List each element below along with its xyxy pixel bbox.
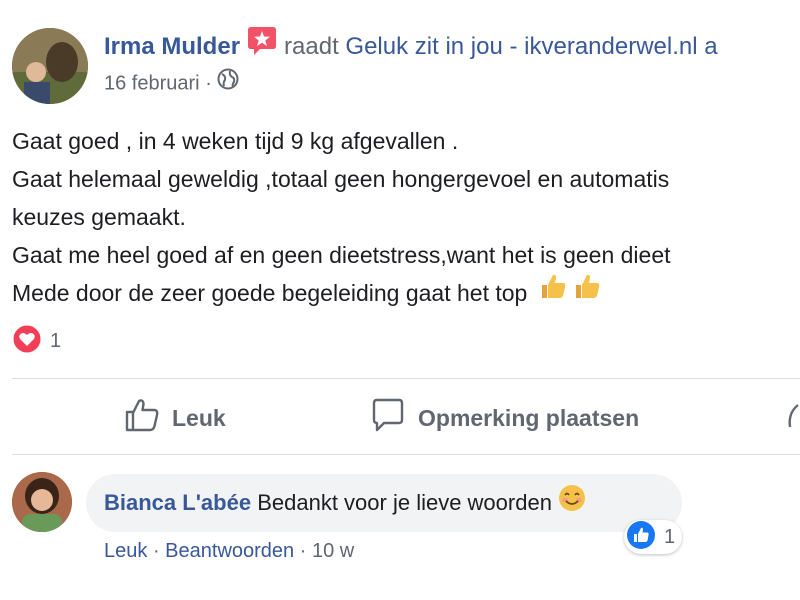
comment-content: Bianca L'abée Bedankt voor je lieve woor… (104, 485, 586, 518)
comment-text: Bedankt voor je lieve woorden (257, 490, 552, 515)
reactions-summary[interactable]: 1 (12, 324, 61, 358)
like-button[interactable]: Leuk (124, 396, 226, 440)
commenter-name[interactable]: Bianca L'abée (104, 490, 251, 515)
recommended-page-link[interactable]: Geluk zit in jou - ikveranderwel.nl a (345, 33, 717, 60)
recommend-badge-icon (246, 26, 278, 63)
post-body: Gaat goed , in 4 weken tijd 9 kg afgeval… (12, 122, 800, 312)
share-button[interactable] (786, 396, 800, 440)
love-reaction-icon (12, 324, 42, 359)
thumbs-up-emoji (572, 271, 602, 312)
like-outline-icon (124, 397, 172, 439)
author-name[interactable]: Irma Mulder (104, 33, 240, 60)
comment-time[interactable]: 10 w (312, 540, 354, 562)
reaction-count: 1 (50, 329, 62, 352)
comment-reply-link[interactable]: Beantwoorden (165, 540, 294, 562)
recommend-verb: raadt (284, 32, 339, 60)
post-line-text: Mede door de zeer goede begeleiding gaat… (12, 280, 528, 306)
comment-label: Opmerking plaatsen (418, 404, 640, 431)
divider (12, 454, 800, 455)
post-line: keuzes gemaakt. (12, 204, 186, 230)
like-reaction-icon (626, 520, 656, 555)
like-label: Leuk (172, 404, 226, 431)
post-date[interactable]: 16 februari (104, 72, 200, 94)
comment-actions: Leuk · Beantwoorden · 10 w (104, 540, 354, 563)
commenter-avatar[interactable] (12, 472, 72, 532)
author-avatar[interactable] (12, 28, 88, 104)
meta-separator: · (205, 72, 212, 95)
post-line: Gaat goed , in 4 weken tijd 9 kg afgeval… (12, 128, 459, 154)
action-separator: · (152, 540, 160, 562)
smiling-emoji (558, 484, 586, 518)
globe-icon[interactable] (217, 68, 239, 96)
comment-like-count: 1 (664, 525, 676, 548)
comment-button[interactable]: Opmerking plaatsen (370, 396, 639, 440)
post-line-last: Mede door de zeer goede begeleiding gaat… (12, 274, 800, 312)
comment-like-link[interactable]: Leuk (104, 540, 147, 562)
thumbs-up-emoji (538, 271, 568, 312)
action-separator: · (299, 540, 307, 562)
post-line: Gaat me heel goed af en geen dieetstress… (12, 242, 671, 268)
share-icon (786, 397, 800, 439)
post-line: Gaat helemaal geweldig ,totaal geen hong… (12, 166, 670, 192)
divider (12, 378, 800, 379)
post-meta: 16 februari · (104, 68, 239, 96)
comment-reaction-badge[interactable]: 1 (624, 520, 682, 554)
comment-outline-icon (370, 397, 418, 439)
post-header: Irma Mulder raadt Geluk zit in jou - ikve… (104, 27, 718, 63)
